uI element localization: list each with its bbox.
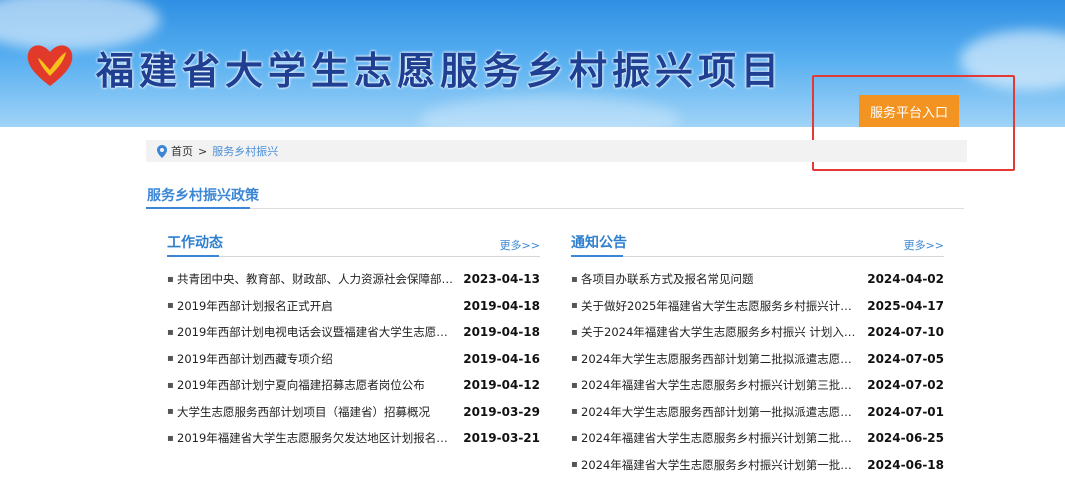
list-item-date: 2024-07-02 <box>867 378 944 393</box>
list-item-date: 2019-03-21 <box>463 431 540 446</box>
list-item-title[interactable]: 2024年福建省大学生志愿服务乡村振兴计划第三批拟派... <box>581 377 867 393</box>
cloud-decoration <box>420 95 680 127</box>
list-item[interactable]: ▪ 2024年福建省大学生志愿服务乡村振兴计划第三批拟派... 2024-07-02 <box>571 372 944 399</box>
section-title: 服务乡村振兴政策 <box>147 188 259 204</box>
list-item-title[interactable]: 各项目办联系方式及报名常见问题 <box>581 271 867 287</box>
list-item-title[interactable]: 2024年福建省大学生志愿服务乡村振兴计划第二批拟派... <box>581 430 867 446</box>
section-title-underline <box>146 207 250 209</box>
list-item[interactable]: ▪ 2019年西部计划西藏专项介绍 2019-04-16 <box>167 346 540 373</box>
list-item-title[interactable]: 2024年大学生志愿服务西部计划第二批拟派遣志愿者名... <box>581 351 867 367</box>
list-item-title[interactable]: 共青团中央、教育部、财政部、人力资源社会保障部联... <box>177 271 463 287</box>
work-news-panel: 工作动态 更多>> ▪ 共青团中央、教育部、财政部、人力资源社会保障部联... 20… <box>167 226 540 452</box>
bullet-icon: ▪ <box>167 300 174 312</box>
list-item-title[interactable]: 关于做好2025年福建省大学生志愿服务乡村振兴计划工... <box>581 298 867 314</box>
heart-hand-logo[interactable] <box>24 38 76 90</box>
bullet-icon: ▪ <box>167 406 174 418</box>
list-item[interactable]: ▪ 2019年福建省大学生志愿服务欠发达地区计划报名工作... 2019-03-21 <box>167 425 540 452</box>
list-item-date: 2024-07-01 <box>867 404 944 419</box>
list-item[interactable]: ▪ 关于2024年福建省大学生志愿服务乡村振兴 计划入选... 2024-07-10 <box>571 319 944 346</box>
list-item-date: 2019-04-18 <box>463 298 540 313</box>
breadcrumb-current[interactable]: 服务乡村振兴 <box>212 143 278 159</box>
list-item[interactable]: ▪ 大学生志愿服务西部计划项目（福建省）招募概况 2019-03-29 <box>167 399 540 426</box>
list-item-title[interactable]: 2019年西部计划宁夏向福建招募志愿者岗位公布 <box>177 377 463 393</box>
work-news-more-link[interactable]: 更多>> <box>500 237 540 253</box>
bullet-icon: ▪ <box>167 379 174 391</box>
list-item-date: 2019-04-18 <box>463 325 540 340</box>
list-item-title[interactable]: 2019年西部计划电视电话会议暨福建省大学生志愿服务... <box>177 324 463 340</box>
site-title: 福建省大学生志愿服务乡村振兴项目 <box>96 49 785 93</box>
list-item-date: 2019-03-29 <box>463 404 540 419</box>
list-item-date: 2024-07-05 <box>867 351 944 366</box>
list-item[interactable]: ▪ 2019年西部计划宁夏向福建招募志愿者岗位公布 2019-04-12 <box>167 372 540 399</box>
list-item[interactable]: ▪ 2024年福建省大学生志愿服务乡村振兴计划第一批拟派... 2024-06-18 <box>571 452 944 479</box>
list-item[interactable]: ▪ 2024年大学生志愿服务西部计划第一批拟派遣志愿者名... 2024-07-01 <box>571 399 944 426</box>
bullet-icon: ▪ <box>167 432 174 444</box>
breadcrumb: 首页 > 服务乡村振兴 <box>146 140 967 162</box>
list-item[interactable]: ▪ 共青团中央、教育部、财政部、人力资源社会保障部联... 2023-04-13 <box>167 266 540 293</box>
breadcrumb-separator: > <box>198 144 208 158</box>
list-item-title[interactable]: 2024年福建省大学生志愿服务乡村振兴计划第一批拟派... <box>581 457 867 473</box>
section-divider <box>146 208 964 209</box>
list-item-date: 2019-04-12 <box>463 378 540 393</box>
list-item-date: 2023-04-13 <box>463 272 540 287</box>
bullet-icon: ▪ <box>571 300 578 312</box>
bullet-icon: ▪ <box>167 353 174 365</box>
list-item[interactable]: ▪ 各项目办联系方式及报名常见问题 2024-04-02 <box>571 266 944 293</box>
list-item-title[interactable]: 2024年大学生志愿服务西部计划第一批拟派遣志愿者名... <box>581 404 867 420</box>
list-item-title[interactable]: 关于2024年福建省大学生志愿服务乡村振兴 计划入选... <box>581 324 867 340</box>
list-item-title[interactable]: 大学生志愿服务西部计划项目（福建省）招募概况 <box>177 404 463 420</box>
list-item-title[interactable]: 2019年福建省大学生志愿服务欠发达地区计划报名工作... <box>177 430 463 446</box>
bullet-icon: ▪ <box>167 273 174 285</box>
list-item[interactable]: ▪ 2019年西部计划报名正式开启 2019-04-18 <box>167 293 540 320</box>
notices-header: 通知公告 更多>> <box>571 226 944 257</box>
notices-list: ▪ 各项目办联系方式及报名常见问题 2024-04-02 ▪ 关于做好2025年福建省大… <box>571 266 944 478</box>
list-item-date: 2019-04-16 <box>463 351 540 366</box>
notices-title-underline <box>571 255 623 257</box>
notices-panel: 通知公告 更多>> ▪ 各项目办联系方式及报名常见问题 2024-04-02 ▪ 关于做… <box>571 226 944 478</box>
list-item[interactable]: ▪ 2019年西部计划电视电话会议暨福建省大学生志愿服务... 2019-04-18 <box>167 319 540 346</box>
list-item-date: 2024-06-25 <box>867 431 944 446</box>
bullet-icon: ▪ <box>571 406 578 418</box>
notices-title[interactable]: 通知公告 <box>571 232 627 252</box>
bullet-icon: ▪ <box>571 326 578 338</box>
list-item-date: 2024-04-02 <box>867 272 944 287</box>
list-item-title[interactable]: 2019年西部计划报名正式开启 <box>177 298 463 314</box>
breadcrumb-home-link[interactable]: 首页 <box>171 143 193 159</box>
bullet-icon: ▪ <box>571 273 578 285</box>
list-item-date: 2024-07-10 <box>867 325 944 340</box>
list-item[interactable]: ▪ 2024年大学生志愿服务西部计划第二批拟派遣志愿者名... 2024-07-05 <box>571 346 944 373</box>
work-news-list: ▪ 共青团中央、教育部、财政部、人力资源社会保障部联... 2023-04-13 ▪ 2… <box>167 266 540 452</box>
list-item[interactable]: ▪ 关于做好2025年福建省大学生志愿服务乡村振兴计划工... 2025-04-17 <box>571 293 944 320</box>
work-news-header: 工作动态 更多>> <box>167 226 540 257</box>
notices-more-link[interactable]: 更多>> <box>904 237 944 253</box>
bullet-icon: ▪ <box>571 353 578 365</box>
bullet-icon: ▪ <box>571 432 578 444</box>
bullet-icon: ▪ <box>571 379 578 391</box>
list-item[interactable]: ▪ 2024年福建省大学生志愿服务乡村振兴计划第二批拟派... 2024-06-25 <box>571 425 944 452</box>
bullet-icon: ▪ <box>167 326 174 338</box>
bullet-icon: ▪ <box>571 459 578 471</box>
work-news-title[interactable]: 工作动态 <box>167 232 223 252</box>
list-item-title[interactable]: 2019年西部计划西藏专项介绍 <box>177 351 463 367</box>
list-item-date: 2024-06-18 <box>867 457 944 472</box>
list-item-date: 2025-04-17 <box>867 298 944 313</box>
location-pin-icon <box>157 144 167 158</box>
work-news-title-underline <box>167 255 219 257</box>
